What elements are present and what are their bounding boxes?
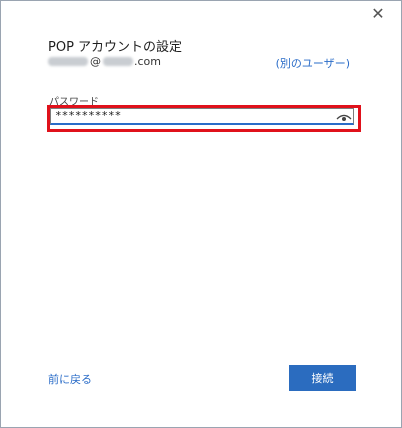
reveal-password-button[interactable] <box>335 109 353 123</box>
password-field[interactable]: ********** <box>50 108 354 125</box>
email-at-sign: @ <box>90 55 101 68</box>
dialog-title: POP アカウントの設定 <box>48 40 183 55</box>
close-icon: ✕ <box>371 4 385 23</box>
other-user-link[interactable]: (別のユーザー) <box>276 55 350 71</box>
account-email: @ .com <box>48 55 161 68</box>
redacted-domain <box>103 57 133 66</box>
back-link[interactable]: 前に戻る <box>48 371 92 387</box>
pop-account-dialog: ✕ POP アカウントの設定 @ .com (別のユーザー) パスワード ***… <box>0 0 402 428</box>
connect-button[interactable]: 接続 <box>289 365 356 391</box>
redacted-username <box>48 57 88 66</box>
email-tld: .com <box>134 55 161 68</box>
close-button[interactable]: ✕ <box>369 5 387 23</box>
eye-icon <box>336 114 352 121</box>
